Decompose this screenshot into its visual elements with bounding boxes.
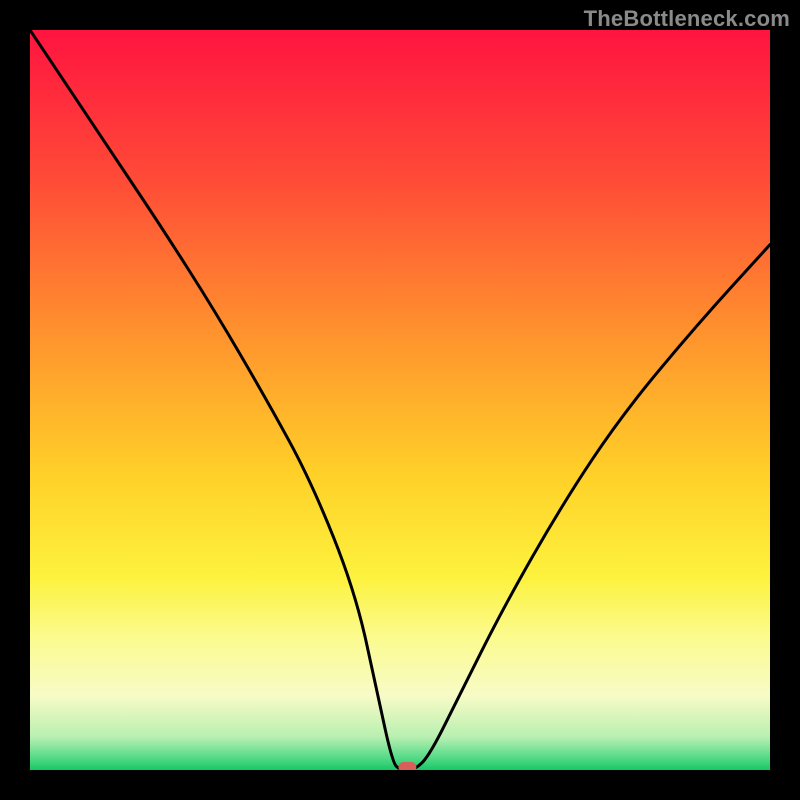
optimum-marker	[398, 762, 416, 770]
chart-frame: TheBottleneck.com	[0, 0, 800, 800]
plot-area	[30, 30, 770, 770]
watermark-text: TheBottleneck.com	[584, 6, 790, 32]
bottleneck-chart	[30, 30, 770, 770]
gradient-background	[30, 30, 770, 770]
